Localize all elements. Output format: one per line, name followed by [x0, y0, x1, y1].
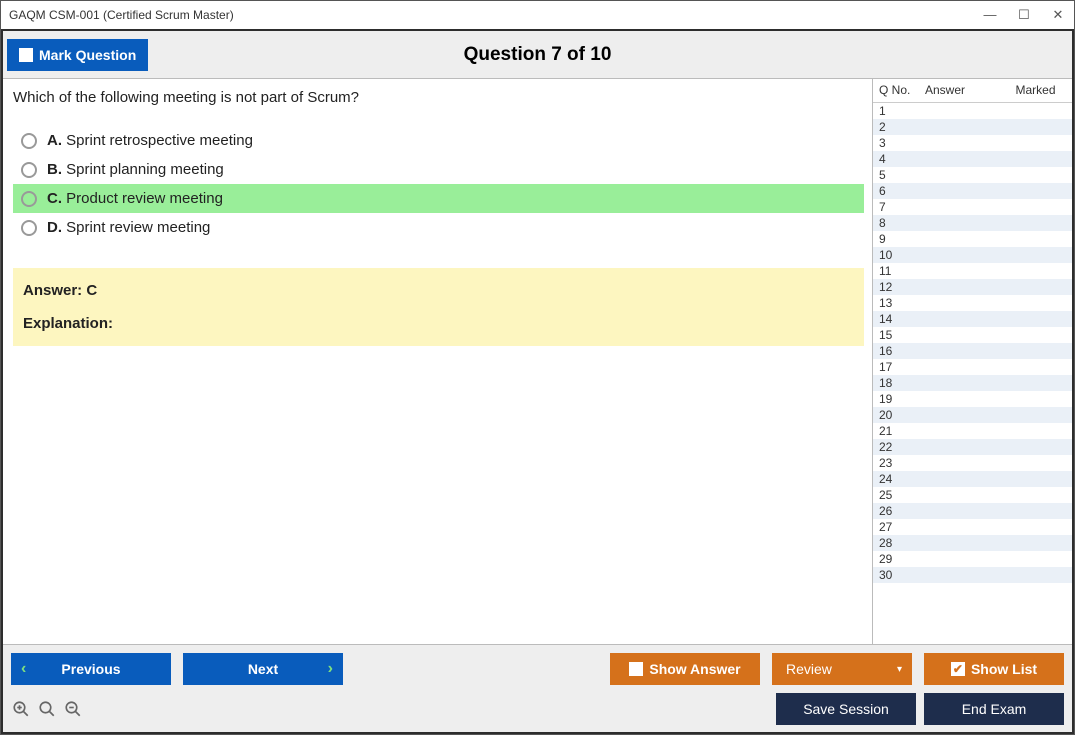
question-list-row[interactable]: 23 [873, 455, 1072, 471]
top-toolbar: Mark Question Question 7 of 10 [3, 31, 1072, 79]
title-bar: GAQM CSM-001 (Certified Scrum Master) — … [1, 1, 1074, 29]
question-list-row[interactable]: 21 [873, 423, 1072, 439]
app-body: Mark Question Question 7 of 10 Which of … [1, 29, 1074, 734]
save-session-label: Save Session [803, 701, 889, 717]
review-label: Review [786, 661, 832, 677]
options-list: A. Sprint retrospective meeting B. Sprint… [13, 126, 864, 242]
question-list-row[interactable]: 25 [873, 487, 1072, 503]
answer-label: Answer: C [23, 282, 854, 299]
question-list-row[interactable]: 29 [873, 551, 1072, 567]
bottom-row-secondary: Save Session End Exam [11, 693, 1064, 725]
option-text: C. Product review meeting [47, 190, 223, 207]
question-list-row[interactable]: 11 [873, 263, 1072, 279]
next-button[interactable]: Next › [183, 653, 343, 685]
answer-block: Answer: C Explanation: [13, 268, 864, 346]
end-exam-button[interactable]: End Exam [924, 693, 1064, 725]
show-answer-label: Show Answer [649, 661, 740, 677]
question-list-row[interactable]: 9 [873, 231, 1072, 247]
caret-down-icon: ▾ [897, 664, 902, 675]
question-list-row[interactable]: 15 [873, 327, 1072, 343]
bottom-row-primary: ‹ Previous Next › Show Answer Review ▾ [11, 653, 1064, 685]
answer-option[interactable]: A. Sprint retrospective meeting [13, 126, 864, 155]
zoom-out-icon[interactable] [63, 699, 83, 719]
next-label: Next [248, 661, 278, 677]
question-list-header: Q No. Answer Marked [873, 79, 1072, 103]
question-counter: Question 7 of 10 [464, 44, 612, 66]
maximize-icon[interactable]: ☐ [1016, 7, 1032, 23]
mark-question-label: Mark Question [39, 47, 136, 63]
question-list-row[interactable]: 1 [873, 103, 1072, 119]
review-dropdown[interactable]: Review ▾ [772, 653, 912, 685]
checkbox-icon [19, 48, 33, 62]
question-list-row[interactable]: 16 [873, 343, 1072, 359]
radio-icon [21, 191, 37, 207]
previous-button[interactable]: ‹ Previous [11, 653, 171, 685]
question-list-row[interactable]: 20 [873, 407, 1072, 423]
mark-question-button[interactable]: Mark Question [7, 39, 148, 71]
show-list-button[interactable]: ✔ Show List [924, 653, 1064, 685]
question-area: Which of the following meeting is not pa… [3, 79, 872, 644]
minimize-icon[interactable]: — [982, 7, 998, 23]
question-list-row[interactable]: 12 [873, 279, 1072, 295]
question-list-row[interactable]: 8 [873, 215, 1072, 231]
column-marked: Marked [999, 79, 1072, 102]
question-list-row[interactable]: 5 [873, 167, 1072, 183]
option-text: D. Sprint review meeting [47, 219, 210, 236]
option-text: A. Sprint retrospective meeting [47, 132, 253, 149]
save-session-button[interactable]: Save Session [776, 693, 916, 725]
question-list-row[interactable]: 13 [873, 295, 1072, 311]
question-list-row[interactable]: 2 [873, 119, 1072, 135]
zoom-in-icon[interactable] [37, 699, 57, 719]
question-list-row[interactable]: 6 [873, 183, 1072, 199]
show-answer-button[interactable]: Show Answer [610, 653, 760, 685]
window-controls: — ☐ ✕ [982, 7, 1066, 23]
question-list-row[interactable]: 17 [873, 359, 1072, 375]
question-list-row[interactable]: 3 [873, 135, 1072, 151]
explanation-label: Explanation: [23, 315, 854, 332]
question-list-row[interactable]: 19 [873, 391, 1072, 407]
checkbox-icon [629, 662, 643, 676]
zoom-reset-icon[interactable] [11, 699, 31, 719]
column-qno: Q No. [873, 79, 919, 102]
question-list-row[interactable]: 27 [873, 519, 1072, 535]
question-list-row[interactable]: 4 [873, 151, 1072, 167]
question-list-row[interactable]: 30 [873, 567, 1072, 583]
question-prompt: Which of the following meeting is not pa… [13, 89, 864, 106]
previous-label: Previous [61, 661, 120, 677]
radio-icon [21, 133, 37, 149]
question-list-row[interactable]: 14 [873, 311, 1072, 327]
bottom-toolbar: ‹ Previous Next › Show Answer Review ▾ [3, 644, 1072, 732]
radio-icon [21, 220, 37, 236]
answer-option[interactable]: C. Product review meeting [13, 184, 864, 213]
question-list-row[interactable]: 24 [873, 471, 1072, 487]
question-list-row[interactable]: 7 [873, 199, 1072, 215]
chevron-left-icon: ‹ [21, 661, 26, 677]
answer-option[interactable]: D. Sprint review meeting [13, 213, 864, 242]
window-title: GAQM CSM-001 (Certified Scrum Master) [9, 8, 234, 22]
option-text: B. Sprint planning meeting [47, 161, 224, 178]
middle-row: Which of the following meeting is not pa… [3, 79, 1072, 644]
question-list-row[interactable]: 18 [873, 375, 1072, 391]
chevron-right-icon: › [328, 661, 333, 677]
show-list-label: Show List [971, 661, 1037, 677]
question-list-row[interactable]: 22 [873, 439, 1072, 455]
question-list-row[interactable]: 26 [873, 503, 1072, 519]
question-list-body[interactable]: 1234567891011121314151617181920212223242… [873, 103, 1072, 644]
checkbox-checked-icon: ✔ [951, 662, 965, 676]
column-answer: Answer [919, 79, 999, 102]
question-list-panel: Q No. Answer Marked 12345678910111213141… [872, 79, 1072, 644]
close-icon[interactable]: ✕ [1050, 7, 1066, 23]
radio-icon [21, 162, 37, 178]
zoom-controls [11, 699, 83, 719]
question-list-row[interactable]: 28 [873, 535, 1072, 551]
end-exam-label: End Exam [962, 701, 1027, 717]
answer-option[interactable]: B. Sprint planning meeting [13, 155, 864, 184]
app-window: GAQM CSM-001 (Certified Scrum Master) — … [0, 0, 1075, 735]
question-list-row[interactable]: 10 [873, 247, 1072, 263]
